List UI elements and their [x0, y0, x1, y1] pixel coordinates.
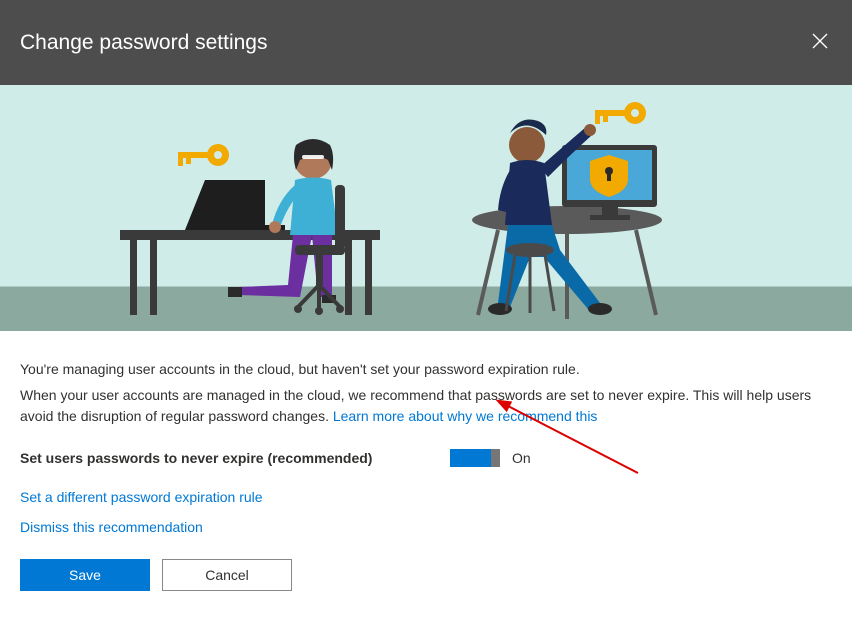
content-area: You're managing user accounts in the clo…: [0, 331, 852, 611]
panel-header: Change password settings: [0, 0, 852, 85]
save-button[interactable]: Save: [20, 559, 150, 591]
person-left: [120, 139, 380, 315]
different-rule-link[interactable]: Set a different password expiration rule: [20, 489, 263, 505]
toggle-control: On: [450, 449, 531, 467]
illustration-banner: [0, 85, 852, 331]
setting-row: Set users passwords to never expire (rec…: [20, 449, 832, 469]
close-icon: [812, 33, 828, 49]
panel-title: Change password settings: [20, 31, 267, 55]
key-icon: [178, 144, 229, 166]
never-expire-toggle[interactable]: [450, 449, 500, 467]
description-text: When your user accounts are managed in t…: [20, 385, 832, 427]
setting-label: Set users passwords to never expire (rec…: [20, 449, 450, 469]
cancel-button[interactable]: Cancel: [162, 559, 292, 591]
intro-text: You're managing user accounts in the clo…: [20, 361, 832, 377]
close-button[interactable]: [808, 29, 832, 56]
illustration-scene: [0, 85, 852, 331]
learn-more-link[interactable]: Learn more about why we recommend this: [333, 408, 598, 424]
person-right: [472, 120, 662, 320]
toggle-state-text: On: [512, 450, 531, 466]
key-icon: [595, 102, 646, 124]
button-row: Save Cancel: [20, 559, 832, 591]
dismiss-link[interactable]: Dismiss this recommendation: [20, 519, 203, 535]
